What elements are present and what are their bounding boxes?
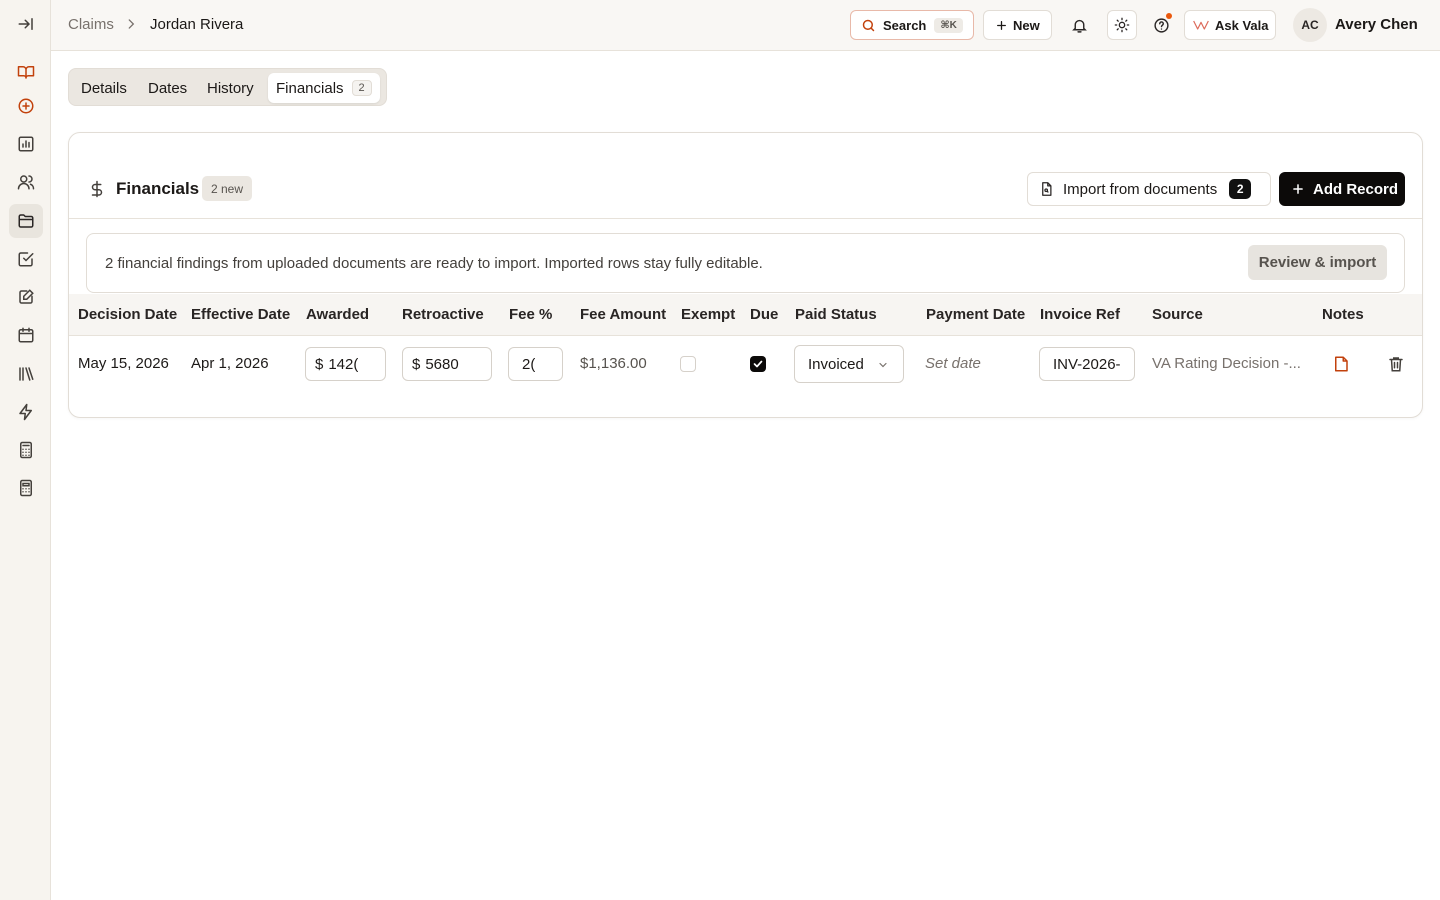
currency-symbol: $ <box>412 355 421 373</box>
column-header[interactable]: Paid Status <box>795 306 877 323</box>
retroactive-input[interactable]: $ 5680 <box>402 347 492 381</box>
search-shortcut: ⌘K <box>934 17 963 33</box>
dollar-icon <box>91 180 103 198</box>
awarded-input[interactable]: $ 142( <box>305 347 386 381</box>
column-header[interactable]: Notes <box>1322 306 1364 323</box>
import-from-documents-button[interactable]: Import from documents 2 <box>1027 172 1271 206</box>
financials-title: Financials <box>116 179 200 198</box>
divider <box>69 218 1422 219</box>
breadcrumb-parent[interactable]: Claims <box>68 16 114 33</box>
calculator-alt-icon[interactable] <box>9 471 43 505</box>
tab-history[interactable]: History <box>199 73 262 103</box>
exempt-checkbox[interactable] <box>680 356 696 372</box>
topbar: Claims Jordan Rivera Search ⌘K New Ask V… <box>51 0 1440 51</box>
paid-status-value: Invoiced <box>808 355 864 373</box>
user-name[interactable]: Avery Chen <box>1335 16 1418 33</box>
effective-date-cell[interactable]: Apr 1, 2026 <box>191 355 269 372</box>
claim-tabs: Details Dates History Financials 2 <box>68 68 387 106</box>
retroactive-value: 5680 <box>425 355 459 373</box>
plus-icon <box>1293 184 1303 194</box>
chevron-down-icon <box>879 362 887 368</box>
fee-percent-input[interactable]: 2( <box>508 347 563 381</box>
tab-details[interactable]: Details <box>73 73 135 103</box>
search-label: Search <box>883 17 927 33</box>
column-header[interactable]: Payment Date <box>926 306 1025 323</box>
check-icon <box>753 360 763 368</box>
collapse-sidebar-icon[interactable] <box>9 7 43 41</box>
theme-toggle-sun-icon[interactable] <box>1107 10 1137 40</box>
column-header[interactable]: Decision Date <box>78 306 177 323</box>
new-label: New <box>1013 17 1040 33</box>
chart-icon[interactable] <box>9 127 43 161</box>
ask-vala-button[interactable]: Ask Vala <box>1184 10 1276 40</box>
book-icon[interactable] <box>9 55 43 89</box>
tab-dates[interactable]: Dates <box>140 73 195 103</box>
folder-icon[interactable] <box>9 204 43 238</box>
import-label: Import from documents <box>1063 180 1218 198</box>
checklist-icon[interactable] <box>9 242 43 276</box>
add-record-button[interactable]: Add Record <box>1279 172 1405 206</box>
invoice-ref-value: INV-2026- <box>1053 355 1121 373</box>
bolt-icon[interactable] <box>9 395 43 429</box>
fee-percent-value: 2( <box>522 355 536 373</box>
tab-financials-count: 2 <box>351 80 372 96</box>
document-icon <box>1042 182 1052 196</box>
column-header[interactable]: Source <box>1152 306 1203 323</box>
note-icon[interactable] <box>1332 355 1350 373</box>
payment-date-cell[interactable]: Set date <box>925 355 981 372</box>
search-button[interactable]: Search ⌘K <box>850 10 974 40</box>
column-header[interactable]: Effective Date <box>191 306 290 323</box>
review-import-button[interactable]: Review & import <box>1248 245 1387 280</box>
fee-amount-cell: $1,136.00 <box>580 355 647 372</box>
decision-date-cell[interactable]: May 15, 2026 <box>78 355 169 372</box>
column-header[interactable]: Retroactive <box>402 306 484 323</box>
ask-vala-label: Ask Vala <box>1215 17 1269 33</box>
currency-symbol: $ <box>315 355 324 373</box>
library-icon[interactable] <box>9 357 43 391</box>
trash-icon[interactable] <box>1387 355 1405 373</box>
paid-status-select[interactable]: Invoiced <box>794 345 904 383</box>
new-button[interactable]: New <box>983 10 1052 40</box>
add-circle-icon[interactable] <box>9 89 43 123</box>
column-header[interactable]: Awarded <box>306 306 369 323</box>
vala-logo-icon <box>1193 20 1209 30</box>
add-record-label: Add Record <box>1313 180 1399 198</box>
sidebar <box>0 0 51 900</box>
column-header[interactable]: Exempt <box>681 306 735 323</box>
edit-note-icon[interactable] <box>9 280 43 314</box>
source-cell[interactable]: VA Rating Decision -... <box>1152 355 1301 372</box>
table-header: Decision Date Effective Date Awarded Ret… <box>69 294 1422 336</box>
chevron-right-icon <box>124 17 138 31</box>
column-header[interactable]: Invoice Ref <box>1040 306 1120 323</box>
awarded-value: 142( <box>328 355 359 373</box>
plus-icon <box>997 20 1006 30</box>
column-header[interactable]: Fee % <box>509 306 552 323</box>
tab-financials-label: Financials <box>276 79 344 97</box>
bell-icon[interactable] <box>1066 12 1092 38</box>
due-checkbox[interactable] <box>750 356 766 372</box>
calendar-icon[interactable] <box>9 318 43 352</box>
column-header[interactable]: Due <box>750 306 778 323</box>
column-header[interactable]: Fee Amount <box>580 306 666 323</box>
calculator-icon[interactable] <box>9 433 43 467</box>
financials-card: Financials 2 new Import from documents 2… <box>68 132 1423 418</box>
breadcrumb-current: Jordan Rivera <box>150 16 244 33</box>
search-icon <box>862 19 875 31</box>
banner-text: 2 financial findings from uploaded docum… <box>105 255 763 272</box>
tab-financials[interactable]: Financials 2 <box>268 73 380 103</box>
new-count-badge: 2 new <box>202 176 253 201</box>
help-notification-dot <box>1166 13 1172 19</box>
users-icon[interactable] <box>9 165 43 199</box>
import-count-badge: 2 <box>1229 179 1252 199</box>
avatar[interactable]: AC <box>1293 8 1327 42</box>
import-banner: 2 financial findings from uploaded docum… <box>86 233 1405 293</box>
invoice-ref-input[interactable]: INV-2026- <box>1039 347 1135 381</box>
